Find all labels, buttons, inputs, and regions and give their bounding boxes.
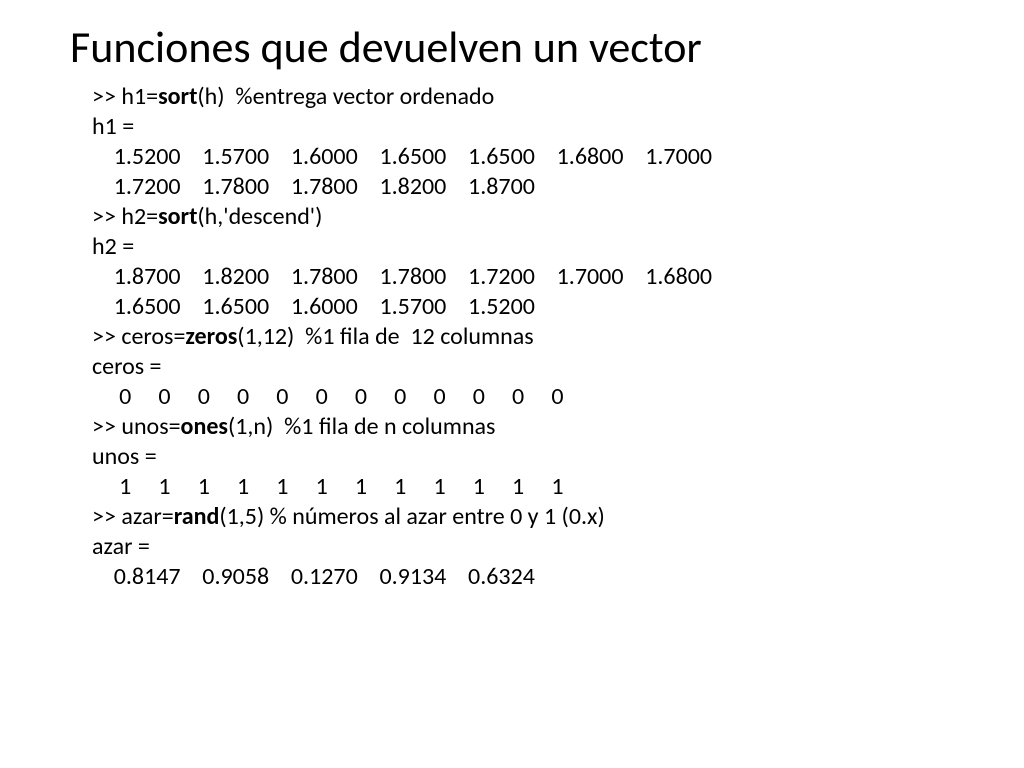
- code-content: >> h1=sort(h) %entrega vector ordenadoh1…: [70, 82, 954, 592]
- text-segment: h2 =: [92, 232, 134, 261]
- text-segment: >> unos=: [92, 412, 181, 441]
- text-segment: unos =: [92, 442, 157, 471]
- bold-segment: rand: [174, 502, 220, 531]
- code-line: 1.6500 1.6500 1.6000 1.5700 1.5200: [92, 292, 954, 322]
- text-segment: h1 =: [92, 112, 134, 141]
- text-segment: (1,n) %1 fila de n columnas: [228, 412, 495, 441]
- text-segment: (h) %entrega vector ordenado: [197, 82, 494, 111]
- code-line: ceros =: [92, 352, 954, 382]
- code-line: 1.7200 1.7800 1.7800 1.8200 1.8700: [92, 172, 954, 202]
- code-line: 1 1 1 1 1 1 1 1 1 1 1 1: [92, 472, 954, 502]
- text-segment: (1,5) % números al azar entre 0 y 1 (0.x…: [219, 502, 604, 531]
- text-segment: 0.8147 0.9058 0.1270 0.9134 0.6324: [92, 562, 535, 591]
- bold-segment: sort: [158, 82, 197, 111]
- code-line: unos =: [92, 442, 954, 472]
- code-line: h2 =: [92, 232, 954, 262]
- text-segment: 1.5200 1.5700 1.6000 1.6500 1.6500 1.680…: [92, 142, 712, 171]
- text-segment: (h,'descend'): [197, 202, 322, 231]
- text-segment: >> h1=: [92, 82, 158, 111]
- text-segment: ceros =: [92, 352, 162, 381]
- code-line: 1.8700 1.8200 1.7800 1.7800 1.7200 1.700…: [92, 262, 954, 292]
- text-segment: 1 1 1 1 1 1 1 1 1 1 1 1: [92, 472, 564, 501]
- code-line: >> h2=sort(h,'descend'): [92, 202, 954, 232]
- code-line: azar =: [92, 532, 954, 562]
- text-segment: 1.6500 1.6500 1.6000 1.5700 1.5200: [92, 292, 535, 321]
- code-line: >> ceros=zeros(1,12) %1 fila de 12 colum…: [92, 322, 954, 352]
- bold-segment: ones: [181, 412, 228, 441]
- bold-segment: zeros: [185, 322, 237, 351]
- text-segment: >> azar=: [92, 502, 174, 531]
- code-line: 1.5200 1.5700 1.6000 1.6500 1.6500 1.680…: [92, 142, 954, 172]
- slide-container: Funciones que devuelven un vector >> h1=…: [0, 0, 1024, 612]
- text-segment: 1.8700 1.8200 1.7800 1.7800 1.7200 1.700…: [92, 262, 712, 291]
- code-line: 0.8147 0.9058 0.1270 0.9134 0.6324: [92, 562, 954, 592]
- text-segment: azar =: [92, 532, 150, 561]
- text-segment: >> h2=: [92, 202, 158, 231]
- bold-segment: sort: [158, 202, 197, 231]
- text-segment: 1.7200 1.7800 1.7800 1.8200 1.8700: [92, 172, 535, 201]
- code-line: >> azar=rand(1,5) % números al azar entr…: [92, 502, 954, 532]
- code-line: h1 =: [92, 112, 954, 142]
- slide-title: Funciones que devuelven un vector: [70, 20, 954, 74]
- text-segment: 0 0 0 0 0 0 0 0 0 0 0 0: [92, 382, 564, 411]
- code-line: >> unos=ones(1,n) %1 fila de n columnas: [92, 412, 954, 442]
- text-segment: >> ceros=: [92, 322, 185, 351]
- text-segment: (1,12) %1 fila de 12 columnas: [237, 322, 533, 351]
- code-line: 0 0 0 0 0 0 0 0 0 0 0 0: [92, 382, 954, 412]
- code-line: >> h1=sort(h) %entrega vector ordenado: [92, 82, 954, 112]
